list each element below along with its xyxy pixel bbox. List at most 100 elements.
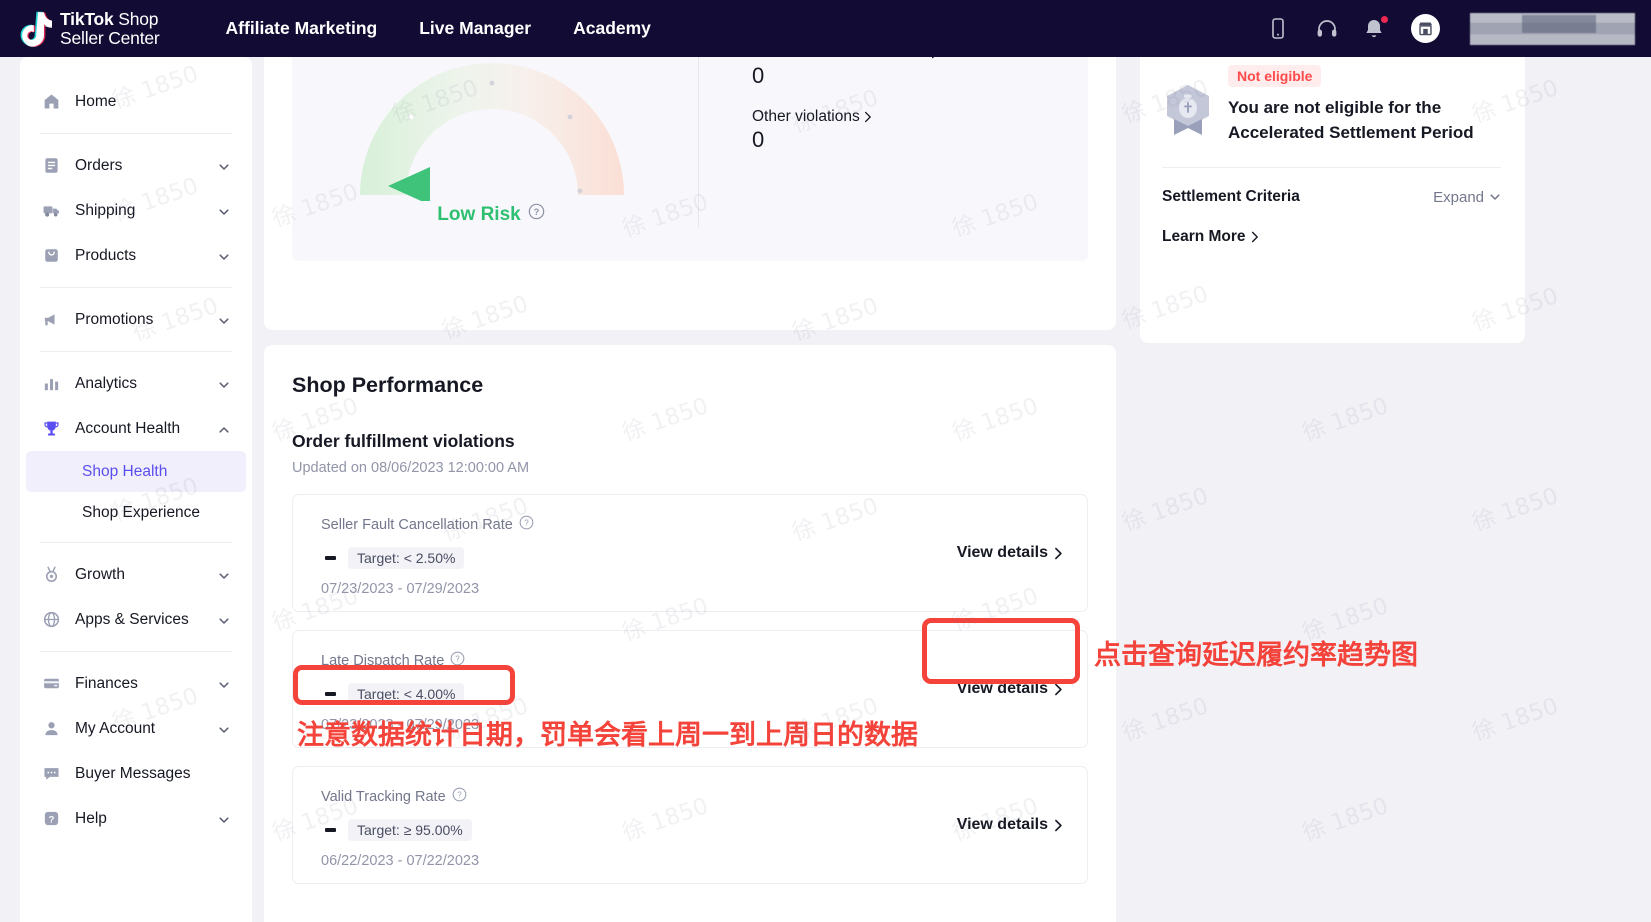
sidebar-item-shop-health[interactable]: Shop Health: [26, 451, 246, 492]
chevron-down-icon[interactable]: [218, 314, 230, 326]
view-details-label: View details: [956, 544, 1048, 561]
expand-label: Expand: [1433, 188, 1484, 206]
chevron-down-icon[interactable]: [218, 569, 230, 581]
sidebar-item-orders[interactable]: Orders: [20, 143, 252, 188]
metric-label-late-dispatch-rate: Late Dispatch Rate: [321, 652, 445, 669]
sidebar-item-home[interactable]: Home: [20, 79, 252, 124]
headset-support-icon[interactable]: [1315, 17, 1337, 41]
chevron-down-icon[interactable]: [218, 678, 230, 690]
metric-target-chip: Target: < 4.00%: [348, 683, 465, 705]
question-mark-circle-icon[interactable]: ?: [519, 515, 534, 534]
metric-name: Valid Tracking Rate ?: [321, 787, 1063, 806]
analytics-bar-icon: [42, 374, 61, 393]
username-redacted[interactable]: [1470, 12, 1635, 45]
sidebar-item-growth[interactable]: Growth: [20, 552, 252, 597]
metric-date-range: 06/22/2023 - 07/22/2023: [321, 853, 480, 869]
chevron-down-icon[interactable]: [218, 723, 230, 735]
sidebar-item-shipping[interactable]: Shipping: [20, 188, 252, 233]
shop-store-icon[interactable]: [1411, 14, 1440, 43]
chevron-down-icon[interactable]: [218, 160, 230, 172]
chevron-right-icon: [1055, 819, 1062, 831]
svg-text:?: ?: [457, 791, 462, 800]
view-details-button-seller-fault-cancellation-rate[interactable]: View details: [957, 544, 1063, 562]
tiktok-note-icon: [18, 10, 55, 48]
question-mark-circle-icon[interactable]: ?: [528, 203, 545, 226]
sidebar-item-analytics[interactable]: Analytics: [20, 361, 252, 406]
chevron-right-icon: [1251, 231, 1258, 243]
metric-value-dash: [325, 828, 336, 832]
settlement-headline: You are not eligible for the Accelerated…: [1228, 98, 1474, 142]
sidebar-item-apps-services[interactable]: Apps & Services: [20, 597, 252, 642]
sidebar-item-shop-experience[interactable]: Shop Experience: [26, 492, 246, 533]
sidebar-label-growth: Growth: [75, 565, 125, 583]
metric-card-seller-fault-cancellation-rate: Seller Fault Cancellation Rate ? Target:…: [292, 494, 1088, 612]
metric-name: Seller Fault Cancellation Rate ?: [321, 515, 1063, 534]
page-title: Shop Performance: [292, 373, 484, 397]
sidebar-item-help[interactable]: ? Help: [20, 796, 252, 841]
settlement-header: Not eligible You are not eligible for th…: [1162, 65, 1501, 145]
my-account-person-icon: [42, 719, 61, 738]
notification-bell-icon[interactable]: [1363, 15, 1388, 41]
growth-medal-icon: [42, 565, 61, 584]
svg-text:?: ?: [533, 207, 539, 217]
app-root: TikTok Shop Seller Center Affiliate Mark…: [0, 0, 1651, 922]
sidebar-item-promotions[interactable]: Promotions: [20, 297, 252, 342]
service-metrics-violations-link[interactable]: Service metrics violations: [752, 57, 939, 62]
expand-button[interactable]: Expand: [1433, 189, 1501, 206]
svg-text:?: ?: [49, 814, 55, 825]
risk-status-label: Low Risk: [437, 203, 521, 225]
sidebar-item-my-account[interactable]: My Account: [20, 706, 252, 751]
chevron-right-icon: [1055, 547, 1062, 559]
mobile-app-icon[interactable]: [1267, 17, 1289, 41]
settlement-criteria-label: Settlement Criteria: [1162, 188, 1300, 206]
service-metrics-violations-block: Service metrics violations 0: [752, 57, 1072, 90]
products-bag-icon: [42, 246, 61, 265]
shop-risk-card: Low Risk ? 0 Service metrics violations: [264, 57, 1116, 330]
metric-value-row: Target: < 4.00%: [321, 683, 1063, 705]
nav-affiliate-marketing[interactable]: Affiliate Marketing: [226, 18, 378, 39]
view-details-button-late-dispatch-rate[interactable]: View details: [957, 680, 1063, 698]
settlement-criteria-row: Settlement Criteria Expand: [1162, 188, 1501, 206]
updated-timestamp: Updated on 08/06/2023 12:00:00 AM: [292, 460, 530, 476]
risk-gauge: [348, 57, 636, 205]
sidebar-label-shop-health: Shop Health: [82, 462, 168, 480]
sidebar-item-products[interactable]: Products: [20, 233, 252, 278]
sidebar-label-products: Products: [75, 246, 137, 264]
sidebar-label-shop-experience: Shop Experience: [82, 503, 201, 521]
risk-vertical-separator: [698, 57, 699, 227]
sidebar-label-account-health: Account Health: [75, 419, 181, 437]
other-violations-count: 0: [752, 127, 765, 153]
shipping-truck-icon: [42, 201, 61, 220]
chevron-right-icon: [931, 57, 934, 58]
sidebar-label-home: Home: [75, 92, 117, 110]
question-mark-circle-icon[interactable]: ?: [452, 787, 467, 806]
brand-line2: Seller Center: [60, 27, 160, 48]
brand-logo[interactable]: TikTok Shop Seller Center: [18, 9, 160, 48]
nav-academy[interactable]: Academy: [573, 18, 651, 39]
promotions-megaphone-icon: [42, 310, 61, 329]
sidebar-item-account-health[interactable]: Account Health: [20, 406, 252, 451]
svg-text:?: ?: [456, 655, 461, 664]
chevron-right-icon: [864, 111, 871, 123]
sidebar-item-buyer-messages[interactable]: Buyer Messages: [20, 751, 252, 796]
account-health-trophy-icon: [42, 419, 61, 438]
chevron-down-icon[interactable]: [218, 378, 230, 390]
question-mark-circle-icon[interactable]: ?: [450, 651, 465, 670]
other-violations-block: Other violations 0: [752, 94, 1072, 155]
learn-more-link[interactable]: Learn More: [1162, 228, 1259, 246]
chevron-down-icon[interactable]: [218, 250, 230, 262]
sidebar-item-finances[interactable]: Finances: [20, 661, 252, 706]
view-details-label: View details: [956, 680, 1048, 697]
chevron-down-icon[interactable]: [218, 813, 230, 825]
chevron-up-icon[interactable]: [218, 423, 230, 435]
other-violations-link[interactable]: Other violations: [752, 108, 872, 126]
sidebar-label-shipping: Shipping: [75, 201, 136, 219]
annotation-text-below: 注意数据统计日期，罚单会看上周一到上周日的数据: [297, 720, 918, 751]
view-details-button-valid-tracking-rate[interactable]: View details: [957, 816, 1063, 834]
accelerated-settlement-card: Not eligible You are not eligible for th…: [1140, 57, 1525, 343]
sidebar-divider-5: [40, 651, 232, 652]
chevron-down-icon[interactable]: [218, 205, 230, 217]
nav-live-manager[interactable]: Live Manager: [419, 18, 531, 39]
chevron-down-icon[interactable]: [218, 614, 230, 626]
sidebar-label-buyer-messages: Buyer Messages: [75, 764, 191, 782]
